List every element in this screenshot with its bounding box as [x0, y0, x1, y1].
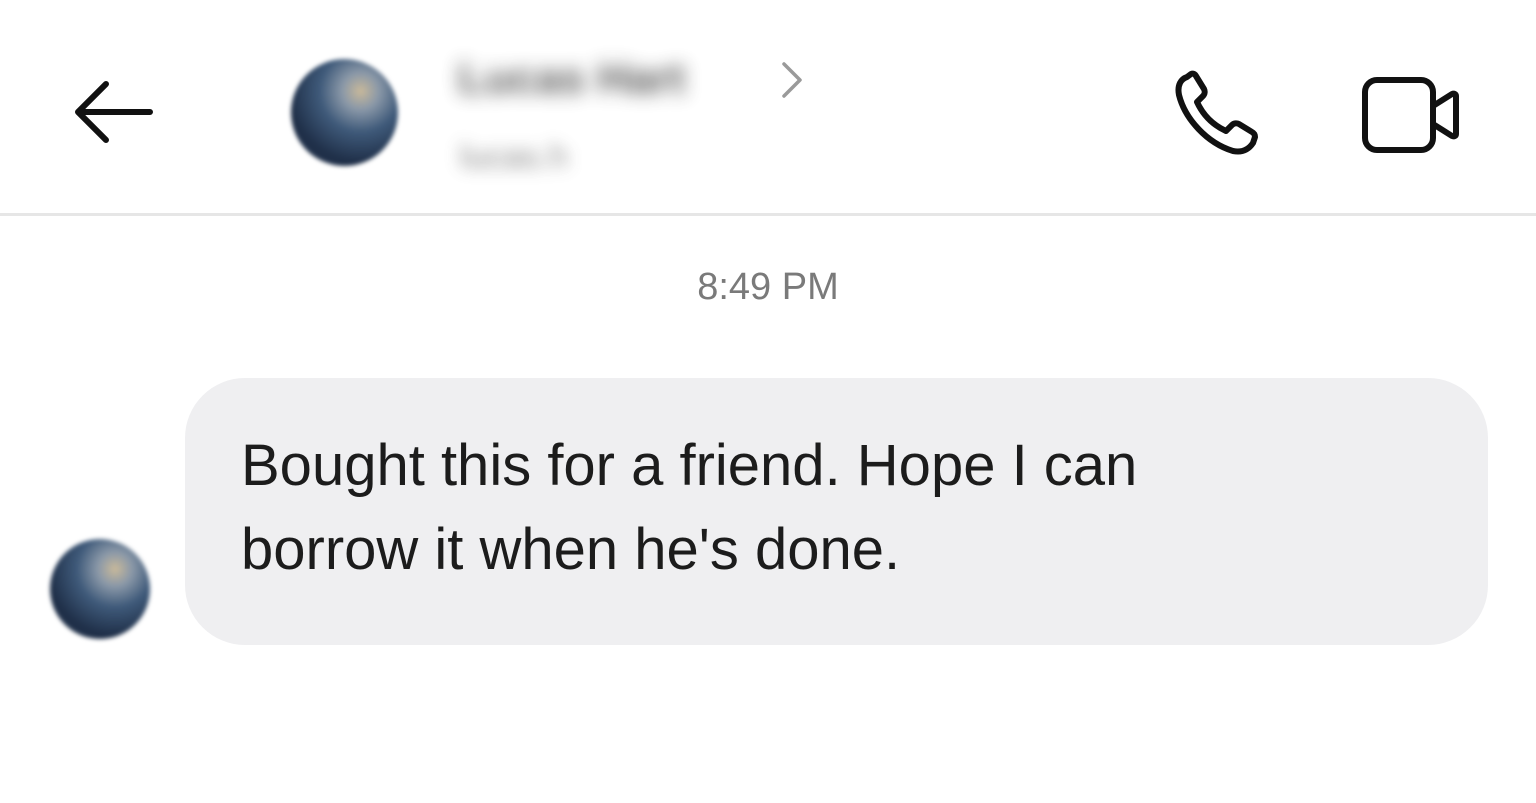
contact-info-link[interactable]: Lucas Hart lucas.h	[452, 48, 812, 188]
message-bubble[interactable]: Bought this for a friend. Hope I can bor…	[185, 378, 1488, 645]
video-call-button[interactable]	[1350, 60, 1470, 170]
dm-conversation-screen: Lucas Hart lucas.h 8:49 PM Bought this f…	[0, 0, 1536, 803]
contact-handle: lucas.h	[460, 138, 568, 176]
voice-call-button[interactable]	[1160, 60, 1270, 170]
conversation-header: Lucas Hart lucas.h	[0, 0, 1536, 216]
sender-avatar[interactable]	[50, 539, 150, 639]
arrow-left-icon	[75, 81, 153, 143]
message-timestamp: 8:49 PM	[697, 266, 839, 308]
message-text: Bought this for a friend. Hope I can bor…	[241, 433, 1138, 582]
back-button[interactable]	[52, 62, 172, 162]
contact-name: Lucas Hart	[458, 54, 686, 103]
contact-avatar[interactable]	[291, 59, 398, 166]
video-camera-icon	[1362, 77, 1459, 153]
chevron-right-icon	[782, 62, 802, 98]
phone-icon	[1175, 70, 1258, 155]
